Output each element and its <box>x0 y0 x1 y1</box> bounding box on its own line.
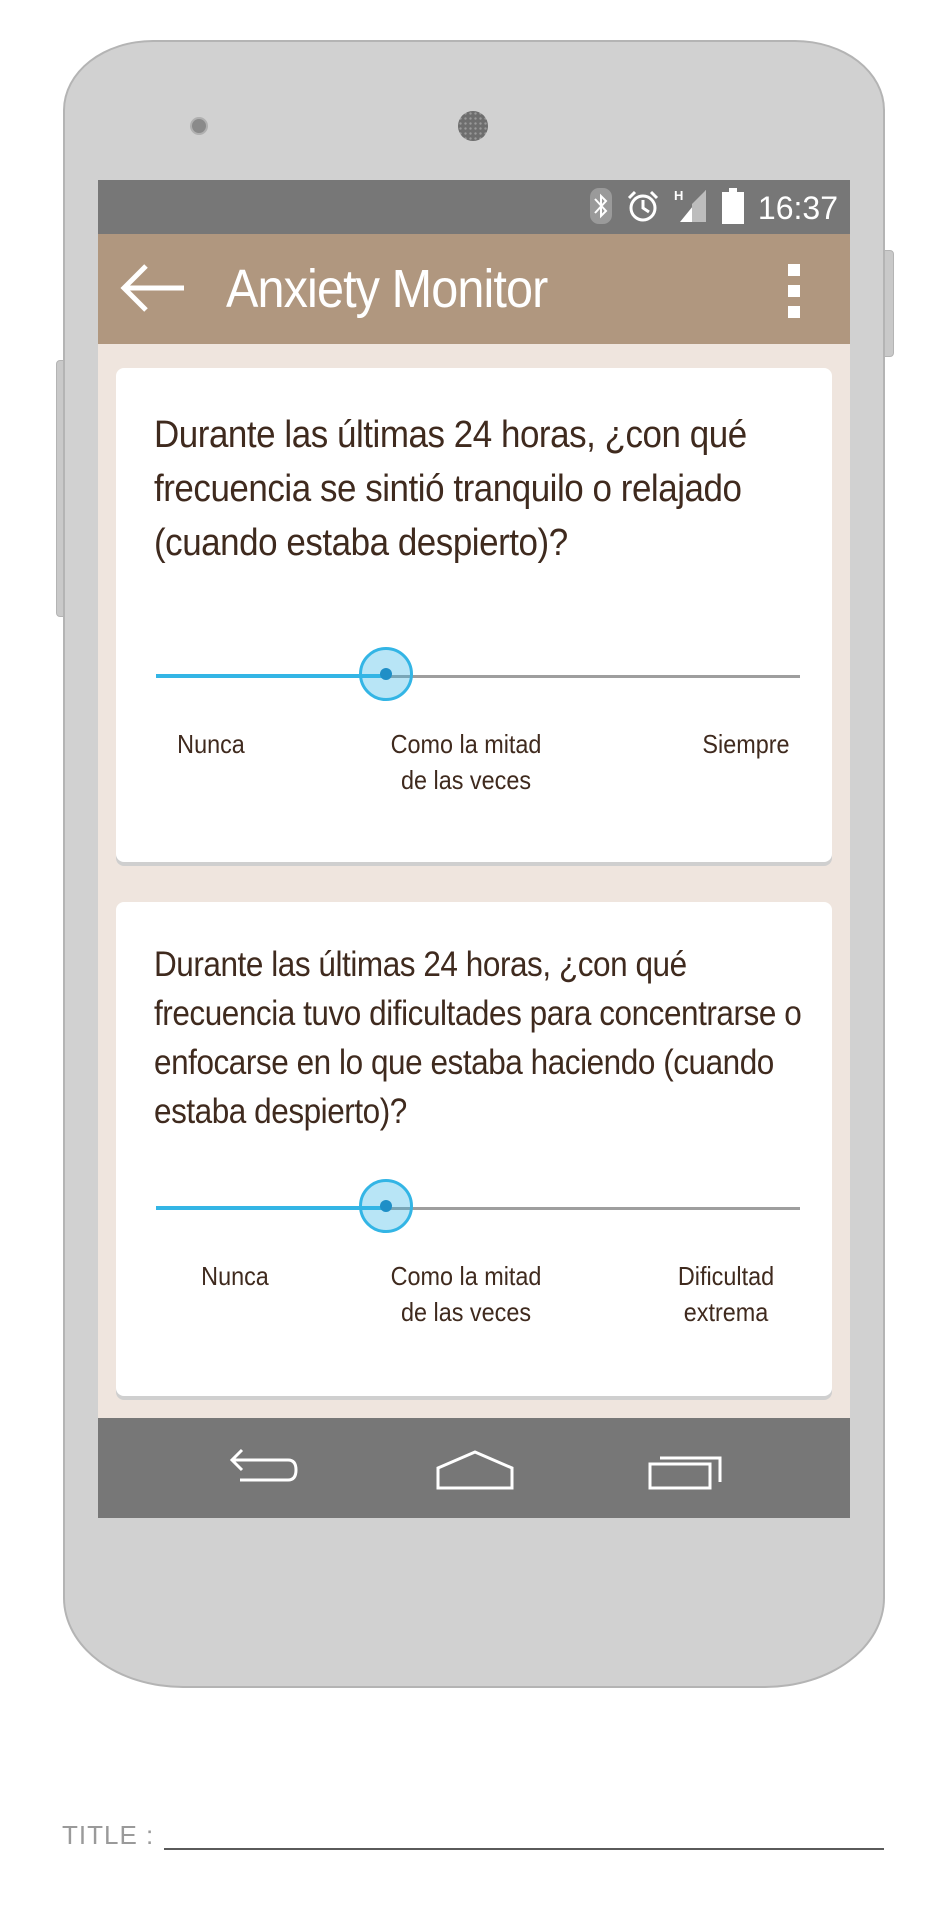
footer-title-label: TITLE : <box>62 1820 155 1850</box>
slider-track-fill <box>156 1206 388 1210</box>
status-time: 16:37 <box>757 189 838 226</box>
navigation-bar <box>98 1418 850 1518</box>
recents-nav-icon[interactable] <box>648 1448 722 1497</box>
footer-title-line <box>164 1848 884 1850</box>
battery-icon <box>721 187 744 229</box>
app-title: Anxiety Monitor <box>226 259 548 319</box>
slider-track-fill <box>156 674 388 678</box>
scale-label-mid-line1: Como la mitad <box>390 1261 542 1291</box>
status-bar: H 16:37 <box>98 180 850 234</box>
scale-label-mid-line2: de las veces <box>400 1297 532 1327</box>
slider-thumb[interactable] <box>358 647 413 701</box>
slider-thumb[interactable] <box>358 1179 413 1233</box>
home-nav-icon[interactable] <box>436 1448 514 1497</box>
scale-label-max-line2: extrema <box>683 1297 769 1327</box>
earpiece-speaker <box>458 111 488 141</box>
difficulty-slider[interactable] <box>156 1178 800 1238</box>
question-text: Durante las últimas 24 horas, ¿con qué f… <box>154 945 802 1131</box>
scale-label-mid-line2: de las veces <box>400 765 532 795</box>
question-text: Durante las últimas 24 horas, ¿con qué f… <box>154 414 747 564</box>
scale-label-mid-line1: Como la mitad <box>390 729 542 759</box>
frequency-slider[interactable] <box>156 646 800 706</box>
signal-icon: H <box>674 188 708 229</box>
back-nav-icon[interactable] <box>226 1448 300 1497</box>
alarm-icon <box>626 189 660 228</box>
bluetooth-icon <box>589 187 612 229</box>
phone-screen: H 16:37 Anxiety Monitor Durante las últi… <box>98 180 850 1518</box>
scale-label-max: Dificultad extrema <box>663 1258 789 1330</box>
scale-label-mid: Como la mitad de las veces <box>376 1258 556 1330</box>
question-card-1: Durante las últimas 24 horas, ¿con qué f… <box>116 368 832 862</box>
back-arrow-icon[interactable] <box>120 262 188 314</box>
network-type-label: H <box>674 188 683 203</box>
scale-label-max: Siempre <box>683 726 809 762</box>
question-card-2: Durante las últimas 24 horas, ¿con qué f… <box>116 902 832 1396</box>
overflow-menu-icon[interactable] <box>788 264 802 318</box>
scale-label-min: Nunca <box>177 729 245 759</box>
scale-label-min: Nunca <box>201 1261 269 1291</box>
phone-side-button-right <box>884 250 894 357</box>
front-camera <box>190 117 208 135</box>
app-bar: Anxiety Monitor <box>98 234 850 344</box>
scale-label-max-line1: Siempre <box>702 729 790 759</box>
scale-label-mid: Como la mitad de las veces <box>376 726 556 798</box>
scale-label-max-line1: Dificultad <box>677 1261 775 1291</box>
